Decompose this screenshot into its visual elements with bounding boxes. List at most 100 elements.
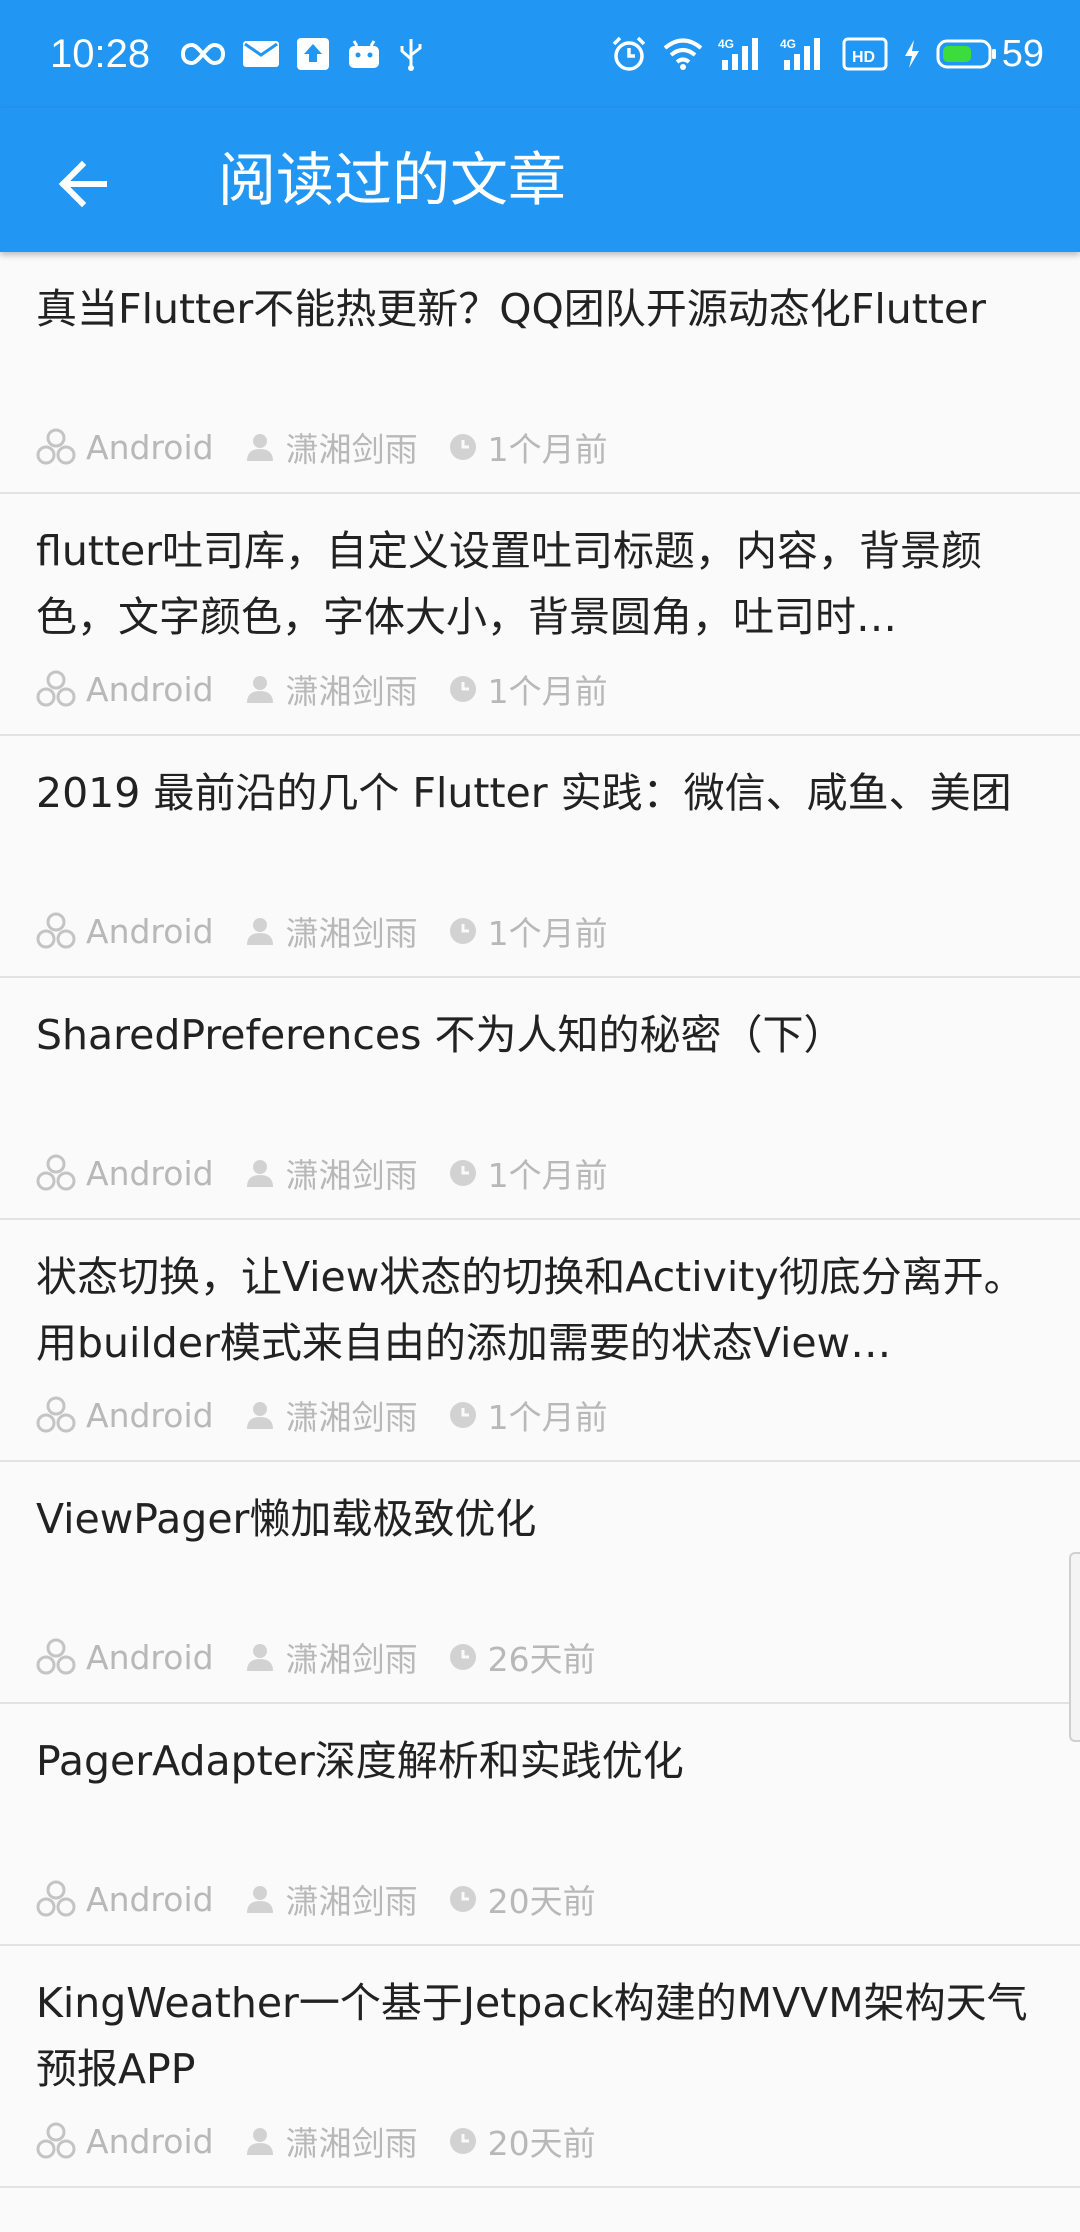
app-bar: 阅读过的文章 bbox=[0, 108, 1080, 252]
person-icon bbox=[246, 1402, 273, 1429]
category: Android bbox=[36, 669, 214, 709]
clock-icon bbox=[449, 434, 476, 460]
author-name: 潇湘剑雨 bbox=[285, 914, 418, 953]
category-icon bbox=[36, 1880, 76, 1917]
time-label: 1个月前 bbox=[487, 672, 608, 711]
clock-icon bbox=[449, 1402, 476, 1428]
article-meta: Android 潇湘剑雨 26天前 bbox=[36, 1632, 626, 1682]
article-title: SharedPreferences 不为人知的秘密（下） bbox=[36, 1011, 845, 1059]
arrow-back-icon bbox=[58, 160, 107, 208]
time: 20天前 bbox=[448, 1875, 596, 1923]
article-item[interactable]: 2019 最前沿的几个 Flutter 实践：微信、咸鱼、美团 Android … bbox=[0, 736, 1080, 978]
author: 潇湘剑雨 bbox=[244, 907, 418, 955]
category-icon bbox=[36, 912, 76, 949]
hd-label: HD bbox=[852, 49, 875, 66]
person-icon bbox=[246, 1160, 273, 1187]
article-item[interactable]: PagerAdapter深度解析和实践优化 Android 潇湘剑雨 20天前 bbox=[0, 1704, 1080, 1946]
person-icon bbox=[246, 918, 273, 945]
clock-icon bbox=[449, 918, 476, 944]
author-name: 潇湘剑雨 bbox=[285, 430, 418, 469]
category: Android bbox=[36, 1879, 214, 1919]
system-icons: 4G 4G HD 59 bbox=[596, 33, 1044, 76]
article-title: 真当Flutter不能热更新？QQ团队开源动态化Flutter bbox=[36, 285, 986, 333]
article-title: PagerAdapter深度解析和实践优化 bbox=[36, 1737, 684, 1785]
status-bar: 10:28 4G 4G HD 59 bbox=[0, 0, 1080, 108]
category-label: Android bbox=[86, 427, 214, 467]
person-icon bbox=[246, 1644, 273, 1671]
wifi-icon bbox=[662, 37, 704, 71]
article-item[interactable]: SharedPreferences 不为人知的秘密（下） Android 潇湘剑… bbox=[0, 978, 1080, 1220]
author: 潇湘剑雨 bbox=[244, 2117, 418, 2165]
article-title: flutter吐司库，自定义设置吐司标题，内容，背景颜色，文字颜色，字体大小，背… bbox=[36, 527, 983, 641]
category-icon bbox=[36, 670, 76, 707]
article-item[interactable]: ViewPager懒加载极致优化 Android 潇湘剑雨 26天前 bbox=[0, 1462, 1080, 1704]
time-label: 20天前 bbox=[487, 1882, 596, 1921]
author: 潇湘剑雨 bbox=[244, 1391, 418, 1439]
article-title: ViewPager懒加载极致优化 bbox=[36, 1495, 537, 1543]
article-item[interactable]: 状态切换，让View状态的切换和Activity彻底分离开。用builder模式… bbox=[0, 1220, 1080, 1462]
author-name: 潇湘剑雨 bbox=[285, 1156, 418, 1195]
network-label-2: 4G bbox=[780, 37, 796, 51]
category-label: Android bbox=[86, 1637, 214, 1677]
clock-icon bbox=[449, 1160, 476, 1186]
scrollbar-thumb[interactable] bbox=[1069, 1552, 1080, 1742]
time-label: 1个月前 bbox=[487, 430, 608, 469]
author-name: 潇湘剑雨 bbox=[285, 1640, 418, 1679]
clock-icon bbox=[449, 1886, 476, 1912]
infinity-icon bbox=[180, 41, 226, 67]
charging-icon bbox=[902, 38, 922, 70]
author-name: 潇湘剑雨 bbox=[285, 2124, 418, 2163]
status-time: 10:28 bbox=[50, 31, 151, 76]
android-icon bbox=[346, 38, 382, 70]
notification-icons bbox=[164, 37, 424, 71]
page-title: 阅读过的文章 bbox=[218, 146, 567, 214]
author-name: 潇湘剑雨 bbox=[285, 672, 418, 711]
article-meta: Android 潇湘剑雨 1个月前 bbox=[36, 1148, 638, 1198]
author-name: 潇湘剑雨 bbox=[285, 1398, 418, 1437]
category-icon bbox=[36, 1638, 76, 1675]
category-icon bbox=[36, 1154, 76, 1191]
category-icon bbox=[36, 428, 76, 465]
category-label: Android bbox=[86, 2121, 214, 2161]
category-label: Android bbox=[86, 1395, 214, 1435]
category: Android bbox=[36, 1153, 214, 1193]
article-meta: Android 潇湘剑雨 20天前 bbox=[36, 2116, 626, 2166]
article-title: 状态切换，让View状态的切换和Activity彻底分离开。用builder模式… bbox=[36, 1253, 1025, 1367]
category-icon bbox=[36, 2122, 76, 2159]
article-meta: Android 潇湘剑雨 1个月前 bbox=[36, 906, 638, 956]
author: 潇湘剑雨 bbox=[244, 1875, 418, 1923]
category-label: Android bbox=[86, 911, 214, 951]
clock-icon bbox=[449, 676, 476, 702]
person-icon bbox=[246, 434, 273, 461]
time-label: 1个月前 bbox=[487, 914, 608, 953]
usb-icon bbox=[398, 37, 424, 71]
article-list: 真当Flutter不能热更新？QQ团队开源动态化Flutter Android … bbox=[0, 252, 1080, 2188]
time: 26天前 bbox=[448, 1633, 596, 1681]
back-button[interactable] bbox=[52, 154, 112, 214]
category: Android bbox=[36, 911, 214, 951]
category: Android bbox=[36, 1395, 214, 1435]
hd-icon: HD bbox=[842, 37, 888, 71]
category-label: Android bbox=[86, 1153, 214, 1193]
category-label: Android bbox=[86, 1879, 214, 1919]
author-name: 潇湘剑雨 bbox=[285, 1882, 418, 1921]
article-meta: Android 潇湘剑雨 1个月前 bbox=[36, 1390, 638, 1440]
category-icon bbox=[36, 1396, 76, 1433]
time: 1个月前 bbox=[448, 665, 608, 713]
signal-4g-icon: 4G bbox=[780, 36, 828, 72]
time: 20天前 bbox=[448, 2117, 596, 2165]
clock-icon bbox=[449, 1644, 476, 1670]
category: Android bbox=[36, 2121, 214, 2161]
article-title: 2019 最前沿的几个 Flutter 实践：微信、咸鱼、美团 bbox=[36, 769, 1012, 817]
person-icon bbox=[246, 1886, 273, 1913]
signal-4g-icon: 4G bbox=[718, 36, 766, 72]
article-meta: Android 潇湘剑雨 1个月前 bbox=[36, 664, 638, 714]
battery-icon bbox=[936, 38, 998, 70]
author: 潇湘剑雨 bbox=[244, 1149, 418, 1197]
time: 1个月前 bbox=[448, 1149, 608, 1197]
article-item[interactable]: flutter吐司库，自定义设置吐司标题，内容，背景颜色，文字颜色，字体大小，背… bbox=[0, 494, 1080, 736]
time-label: 1个月前 bbox=[487, 1156, 608, 1195]
article-meta: Android 潇湘剑雨 1个月前 bbox=[36, 422, 638, 472]
article-item[interactable]: KingWeather一个基于Jetpack构建的MVVM架构天气预报APP A… bbox=[0, 1946, 1080, 2188]
article-item[interactable]: 真当Flutter不能热更新？QQ团队开源动态化Flutter Android … bbox=[0, 252, 1080, 494]
